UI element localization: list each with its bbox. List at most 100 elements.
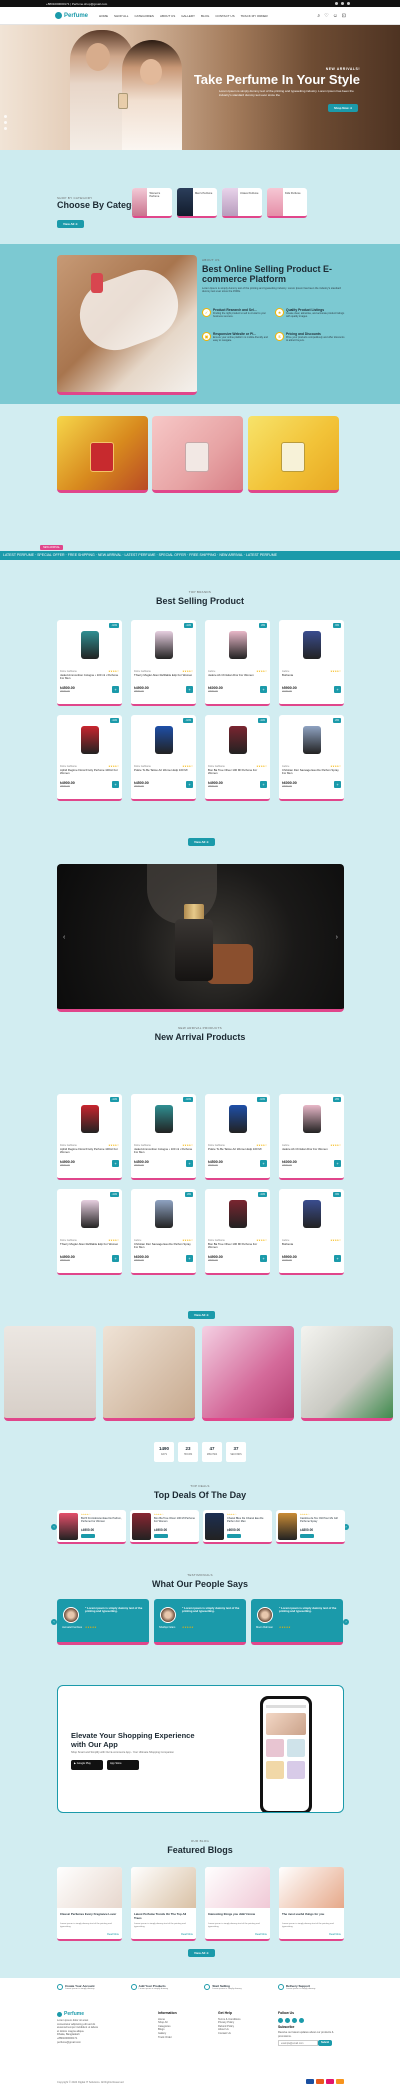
product-name[interactable]: Police To Be Tattoo Art Women Edp 100 Ml [134, 768, 193, 772]
deal-image[interactable] [278, 1513, 297, 1540]
banner-prev-icon[interactable]: ‹ [63, 934, 65, 941]
product-name[interactable]: Aphid Regime Floral Fruity Perfume 100ml… [60, 768, 119, 776]
deal-add-to-cart-button[interactable] [81, 1534, 95, 1538]
category-card[interactable]: Men's Perfume [177, 188, 217, 218]
footer-logo[interactable]: Perfume [57, 2011, 99, 2017]
blog-card[interactable]: Interesting things you didn't know Lorem … [205, 1867, 270, 1941]
product-name[interactable]: Bothenia [282, 1242, 341, 1246]
product-image[interactable] [281, 717, 342, 762]
add-to-cart-icon[interactable]: + [112, 1160, 119, 1167]
blog-card[interactable]: Classic Perfumes Every Fragrance Lover Lo… [57, 1867, 122, 1941]
product-image[interactable] [281, 1191, 342, 1236]
product-card[interactable]: -11% Dolce Gabbana ★★★★☆ Thierry Mugler Ali… [57, 1189, 122, 1275]
footer-link[interactable]: Contact Us [218, 2032, 241, 2036]
deal-name[interactable]: Bon Ba Tree Oliver 100 Ml Perfume For Wo… [154, 1517, 197, 1523]
read-more-link[interactable]: Read More [255, 1933, 267, 1936]
footer-link[interactable]: Track Order [158, 2036, 177, 2040]
add-to-cart-icon[interactable]: + [334, 1255, 341, 1262]
add-to-cart-icon[interactable]: + [334, 686, 341, 693]
blog-card[interactable]: Latest Perfume Trends On The Top All Tre… [131, 1867, 196, 1941]
blog-title[interactable]: Latest Perfume Trends On The Top All Tre… [134, 1912, 193, 1920]
nav-item-track[interactable]: TRACK MY ORDER [241, 14, 268, 18]
deal-card[interactable]: ★★★★☆ Chanel Bleu De Chanel Eau De Parfum… [203, 1510, 272, 1544]
nav-item-gallery[interactable]: GALLERY [181, 14, 195, 18]
deal-card[interactable]: ★★★★☆ Bon Ba Tree Oliver 100 Ml Perfume F… [130, 1510, 199, 1544]
gallery-image[interactable] [301, 1326, 393, 1421]
facebook-icon[interactable] [335, 2, 338, 5]
add-to-cart-icon[interactable]: + [186, 781, 193, 788]
twitter-icon[interactable] [341, 2, 344, 5]
logo[interactable]: Perfume [55, 12, 88, 19]
product-image[interactable] [281, 622, 342, 667]
product-name[interactable]: Aphid Regime Floral Fruity Perfume 100ml… [60, 1147, 119, 1155]
product-card[interactable]: -8% Jadore ★★★★☆ Jadore Ab Christian Dior F… [279, 1094, 344, 1180]
blog-image[interactable] [205, 1867, 270, 1908]
deal-add-to-cart-button[interactable] [227, 1534, 241, 1538]
product-name[interactable]: Jaded Ammonition Cologne • 100 ml • Perf… [60, 673, 119, 681]
product-image[interactable] [207, 622, 268, 667]
product-card[interactable]: -10% Dolce Gabbana ★★★★☆ Jaded Ammonition C… [131, 1094, 196, 1180]
add-to-cart-icon[interactable]: + [186, 686, 193, 693]
product-name[interactable]: Jaded Ammonition Cologne • 100 ml • Perf… [134, 1147, 193, 1155]
instagram-icon[interactable] [347, 2, 350, 5]
product-card[interactable]: -10% Dolce Gabbana ★★★★☆ Police To Be Tatto… [205, 1094, 270, 1180]
category-card[interactable]: Unisex Perfume [222, 188, 262, 218]
read-more-link[interactable]: Read More [181, 1933, 193, 1936]
add-to-cart-icon[interactable]: + [186, 1160, 193, 1167]
product-image[interactable] [281, 1096, 342, 1141]
product-name[interactable]: Jadore Ab Christian Dior For Women [208, 673, 267, 677]
facebook-icon[interactable] [278, 2017, 283, 2023]
add-to-cart-icon[interactable]: + [334, 1160, 341, 1167]
promo-image[interactable] [248, 416, 339, 493]
category-card[interactable]: Women's Perfume [132, 188, 172, 218]
gallery-image[interactable] [103, 1326, 195, 1421]
product-name[interactable]: Jadore Ab Christian Dior For Women [282, 1147, 341, 1151]
deal-name[interactable]: Chanel Bleu De Chanel Eau De Parfum For … [227, 1517, 270, 1523]
add-to-cart-icon[interactable]: + [260, 1255, 267, 1262]
deal-image[interactable] [132, 1513, 151, 1540]
add-to-cart-icon[interactable]: + [112, 781, 119, 788]
product-card[interactable]: -8% Jadore ★★★★☆ Christian Dior Sauvage Eau… [279, 715, 344, 801]
nav-item-about[interactable]: ABOUT US [160, 14, 175, 18]
product-image[interactable] [133, 622, 194, 667]
product-name[interactable]: Thierry Mugler Alien Refillable Edp For … [134, 673, 193, 677]
product-card[interactable]: -11% Dolce Gabbana ★★★★☆ Bon Ba Tree Oliver… [205, 715, 270, 801]
product-name[interactable]: Thierry Mugler Alien Refillable Edp For … [60, 1242, 119, 1246]
deal-card[interactable]: ★★★★☆ Carolina de Tex Old Pour Ms Girl Pe… [276, 1510, 345, 1544]
product-card[interactable]: -11% Dolce Gabbana ★★★★☆ Aphid Regime Flora… [57, 715, 122, 801]
app-store-button[interactable]: App Store [107, 1760, 139, 1770]
blog-image[interactable] [279, 1867, 344, 1908]
product-name[interactable]: Bon Ba Tree Oliver 100 Ml Perfume For Wo… [208, 1242, 267, 1250]
product-card[interactable]: -10% Dolce Gabbana ★★★★☆ Police To Be Tatto… [131, 715, 196, 801]
product-name[interactable]: Christian Dior Sauvage Eau De Parfum Spr… [134, 1242, 193, 1250]
best-selling-view-all-button[interactable]: View All ➜ [188, 838, 215, 846]
nav-item-shop[interactable]: SHOP ALL [114, 14, 128, 18]
deal-image[interactable] [205, 1513, 224, 1540]
instagram-icon[interactable] [292, 2017, 297, 2023]
category-view-all-button[interactable]: View All ➜ [57, 220, 84, 228]
promo-image[interactable] [152, 416, 243, 493]
product-name[interactable]: Police To Be Tattoo Art Women Edp 100 Ml [208, 1147, 267, 1151]
product-name[interactable]: Bothenia [282, 673, 341, 677]
product-card[interactable]: -8% Jadore ★★★★☆ Christian Dior Sauvage Eau… [131, 1189, 196, 1275]
blog-card[interactable]: The most useful things for you Lorem ipsu… [279, 1867, 344, 1941]
product-card[interactable]: -10% Dolce Gabbana ★★★★☆ Jaded Ammonition C… [57, 620, 122, 706]
product-image[interactable] [133, 1096, 194, 1141]
product-image[interactable] [207, 717, 268, 762]
blogs-view-all-button[interactable]: View All ➜ [188, 1949, 215, 1957]
blog-image[interactable] [57, 1867, 122, 1908]
product-image[interactable] [59, 622, 120, 667]
deal-name[interactable]: Carolina de Tex Old Pour Ms Girl Perfume… [300, 1517, 343, 1523]
category-card[interactable]: Kids Perfume [267, 188, 307, 218]
product-card[interactable]: -8% Jadore ★★★★☆ Jadore Ab Christian Dior F… [205, 620, 270, 706]
twitter-icon[interactable] [285, 2017, 290, 2023]
add-to-cart-icon[interactable]: + [334, 781, 341, 788]
gallery-image[interactable] [202, 1326, 294, 1421]
deal-add-to-cart-button[interactable] [154, 1534, 168, 1538]
promo-image[interactable] [57, 416, 148, 493]
nav-item-contact[interactable]: CONTACT US [215, 14, 234, 18]
user-icon[interactable]: ☺ [333, 13, 338, 19]
deal-name[interactable]: BLVF Frontdownet Eau De Parfum, Perfume … [81, 1517, 124, 1523]
nav-item-categories[interactable]: CATEGORIES [134, 14, 153, 18]
testimonials-next-icon[interactable]: › [343, 1619, 349, 1625]
